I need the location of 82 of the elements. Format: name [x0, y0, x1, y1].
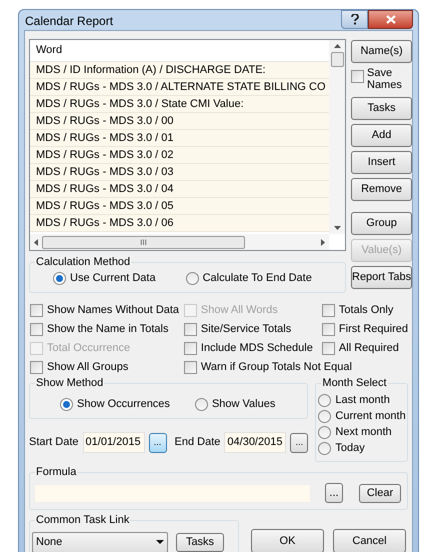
radio-label: Show Occurrences	[77, 396, 170, 412]
date-picker-button[interactable]: ...	[148, 432, 167, 452]
checkbox[interactable]	[351, 70, 364, 83]
list-row[interactable]: MDS / RUGs - MDS 3.0 / 00	[30, 113, 329, 130]
radio-button[interactable]	[318, 410, 332, 423]
vertical-scrollbar[interactable]	[329, 40, 345, 234]
list-row[interactable]: MDS / RUGs - MDS 3.0 / 05	[30, 198, 329, 215]
radio-button[interactable]	[318, 442, 332, 455]
radio-label: Next month	[335, 425, 392, 440]
checkbox[interactable]	[322, 323, 335, 336]
radio-button[interactable]	[53, 272, 66, 285]
scroll-up-icon	[334, 44, 340, 48]
checkbox[interactable]	[30, 304, 43, 317]
checkbox-label: Show All Groups	[47, 360, 128, 376]
checkbox-label: Show the Name in Totals	[47, 322, 168, 338]
side-button[interactable]: Add	[351, 124, 412, 147]
list-row[interactable]: MDS / RUGs - MDS 3.0 / 02	[30, 147, 329, 164]
radio-button[interactable]	[318, 394, 332, 407]
checkbox-label: Total Occurrence	[47, 341, 130, 356]
task-select[interactable]: None	[32, 532, 168, 552]
checkbox-label: Site/Service Totals	[200, 322, 292, 338]
list-row[interactable]: MDS / RUGs - MDS 3.0 / 03	[30, 164, 329, 181]
scroll-thumb[interactable]: III	[42, 236, 245, 248]
list-row[interactable]: MDS / RUGs - MDS 3.0 / 01	[30, 130, 329, 147]
help-button[interactable]	[341, 10, 368, 29]
checkbox-label: Save Names	[367, 67, 403, 91]
checkbox[interactable]	[184, 342, 197, 355]
tasks-button[interactable]: Tasks	[176, 532, 224, 552]
radio-label: Last month	[335, 393, 390, 408]
checkbox[interactable]	[30, 323, 43, 336]
side-button[interactable]: Remove	[351, 178, 412, 201]
radio-button[interactable]	[186, 272, 199, 285]
date-label: End Date	[174, 435, 220, 450]
checkbox-label: Warn if Group Totals Not Equal	[200, 360, 352, 376]
help-icon	[350, 14, 358, 25]
scroll-thumb[interactable]	[330, 52, 344, 67]
list-row[interactable]: MDS / RUGs - MDS 3.0 / ALTERNATE STATE BILLING CO	[30, 79, 329, 96]
date-field[interactable]: 01/01/2015	[82, 432, 145, 453]
list-row[interactable]: MDS / RUGs - MDS 3.0 / 06	[30, 215, 329, 232]
checkbox-label: Include MDS Schedule	[200, 341, 313, 356]
side-button[interactable]: Insert	[351, 151, 412, 174]
checkbox[interactable]	[30, 361, 43, 374]
checkbox[interactable]	[322, 342, 335, 355]
dropdown-caret-icon	[156, 540, 164, 544]
dialog-button[interactable]: Cancel	[333, 529, 406, 552]
close-icon	[386, 15, 396, 24]
scroll-left-icon	[34, 238, 38, 246]
browse-button[interactable]: ...	[325, 483, 343, 503]
scroll-down-icon	[334, 226, 340, 230]
side-button[interactable]: Report Tabs	[351, 266, 412, 289]
window-title: Calendar Report	[24, 13, 114, 30]
checkbox[interactable]	[184, 323, 197, 336]
checkbox[interactable]	[322, 304, 335, 317]
radio-button[interactable]	[194, 398, 208, 410]
list-row[interactable]: MDS / ID Information (A) / DISCHARGE DATE:	[30, 62, 329, 79]
select-value: None	[36, 534, 62, 550]
clear-button[interactable]: Clear	[359, 484, 401, 502]
checkbox-label: First Required	[338, 322, 408, 338]
radio-button[interactable]	[318, 426, 332, 439]
checkbox-label: All Required	[338, 341, 399, 356]
radio-label: Current month	[335, 409, 406, 424]
date-field[interactable]: 04/30/2015	[224, 432, 286, 453]
side-button[interactable]: Tasks	[351, 97, 412, 120]
checkbox-label: Show All Words	[200, 303, 278, 318]
date-label: Start Date	[29, 435, 79, 450]
dialog-button[interactable]: OK	[251, 529, 324, 552]
side-button[interactable]: Group	[351, 212, 412, 235]
scroll-right-icon	[321, 238, 325, 246]
list-row[interactable]: MDS / RUGs - MDS 3.0 / 04	[30, 181, 329, 198]
radio-label: Today	[335, 441, 365, 456]
date-picker-button[interactable]: ...	[290, 432, 308, 452]
radio-button[interactable]	[60, 398, 73, 410]
checkbox[interactable]	[184, 361, 197, 374]
checkbox-label: Show Names Without Data	[47, 303, 180, 318]
horizontal-scrollbar[interactable]: III	[30, 234, 329, 250]
radio-label: Show Values	[212, 396, 276, 412]
radio-label: Calculate To End Date	[202, 271, 312, 286]
list-row[interactable]: MDS / RUGs - MDS 3.0 / State CMI Value:	[30, 96, 329, 113]
side-button[interactable]: Name(s)	[351, 40, 412, 63]
close-button[interactable]	[368, 10, 413, 29]
radio-label: Use Current Data	[70, 271, 156, 286]
checkbox-label: Totals Only	[338, 303, 394, 318]
